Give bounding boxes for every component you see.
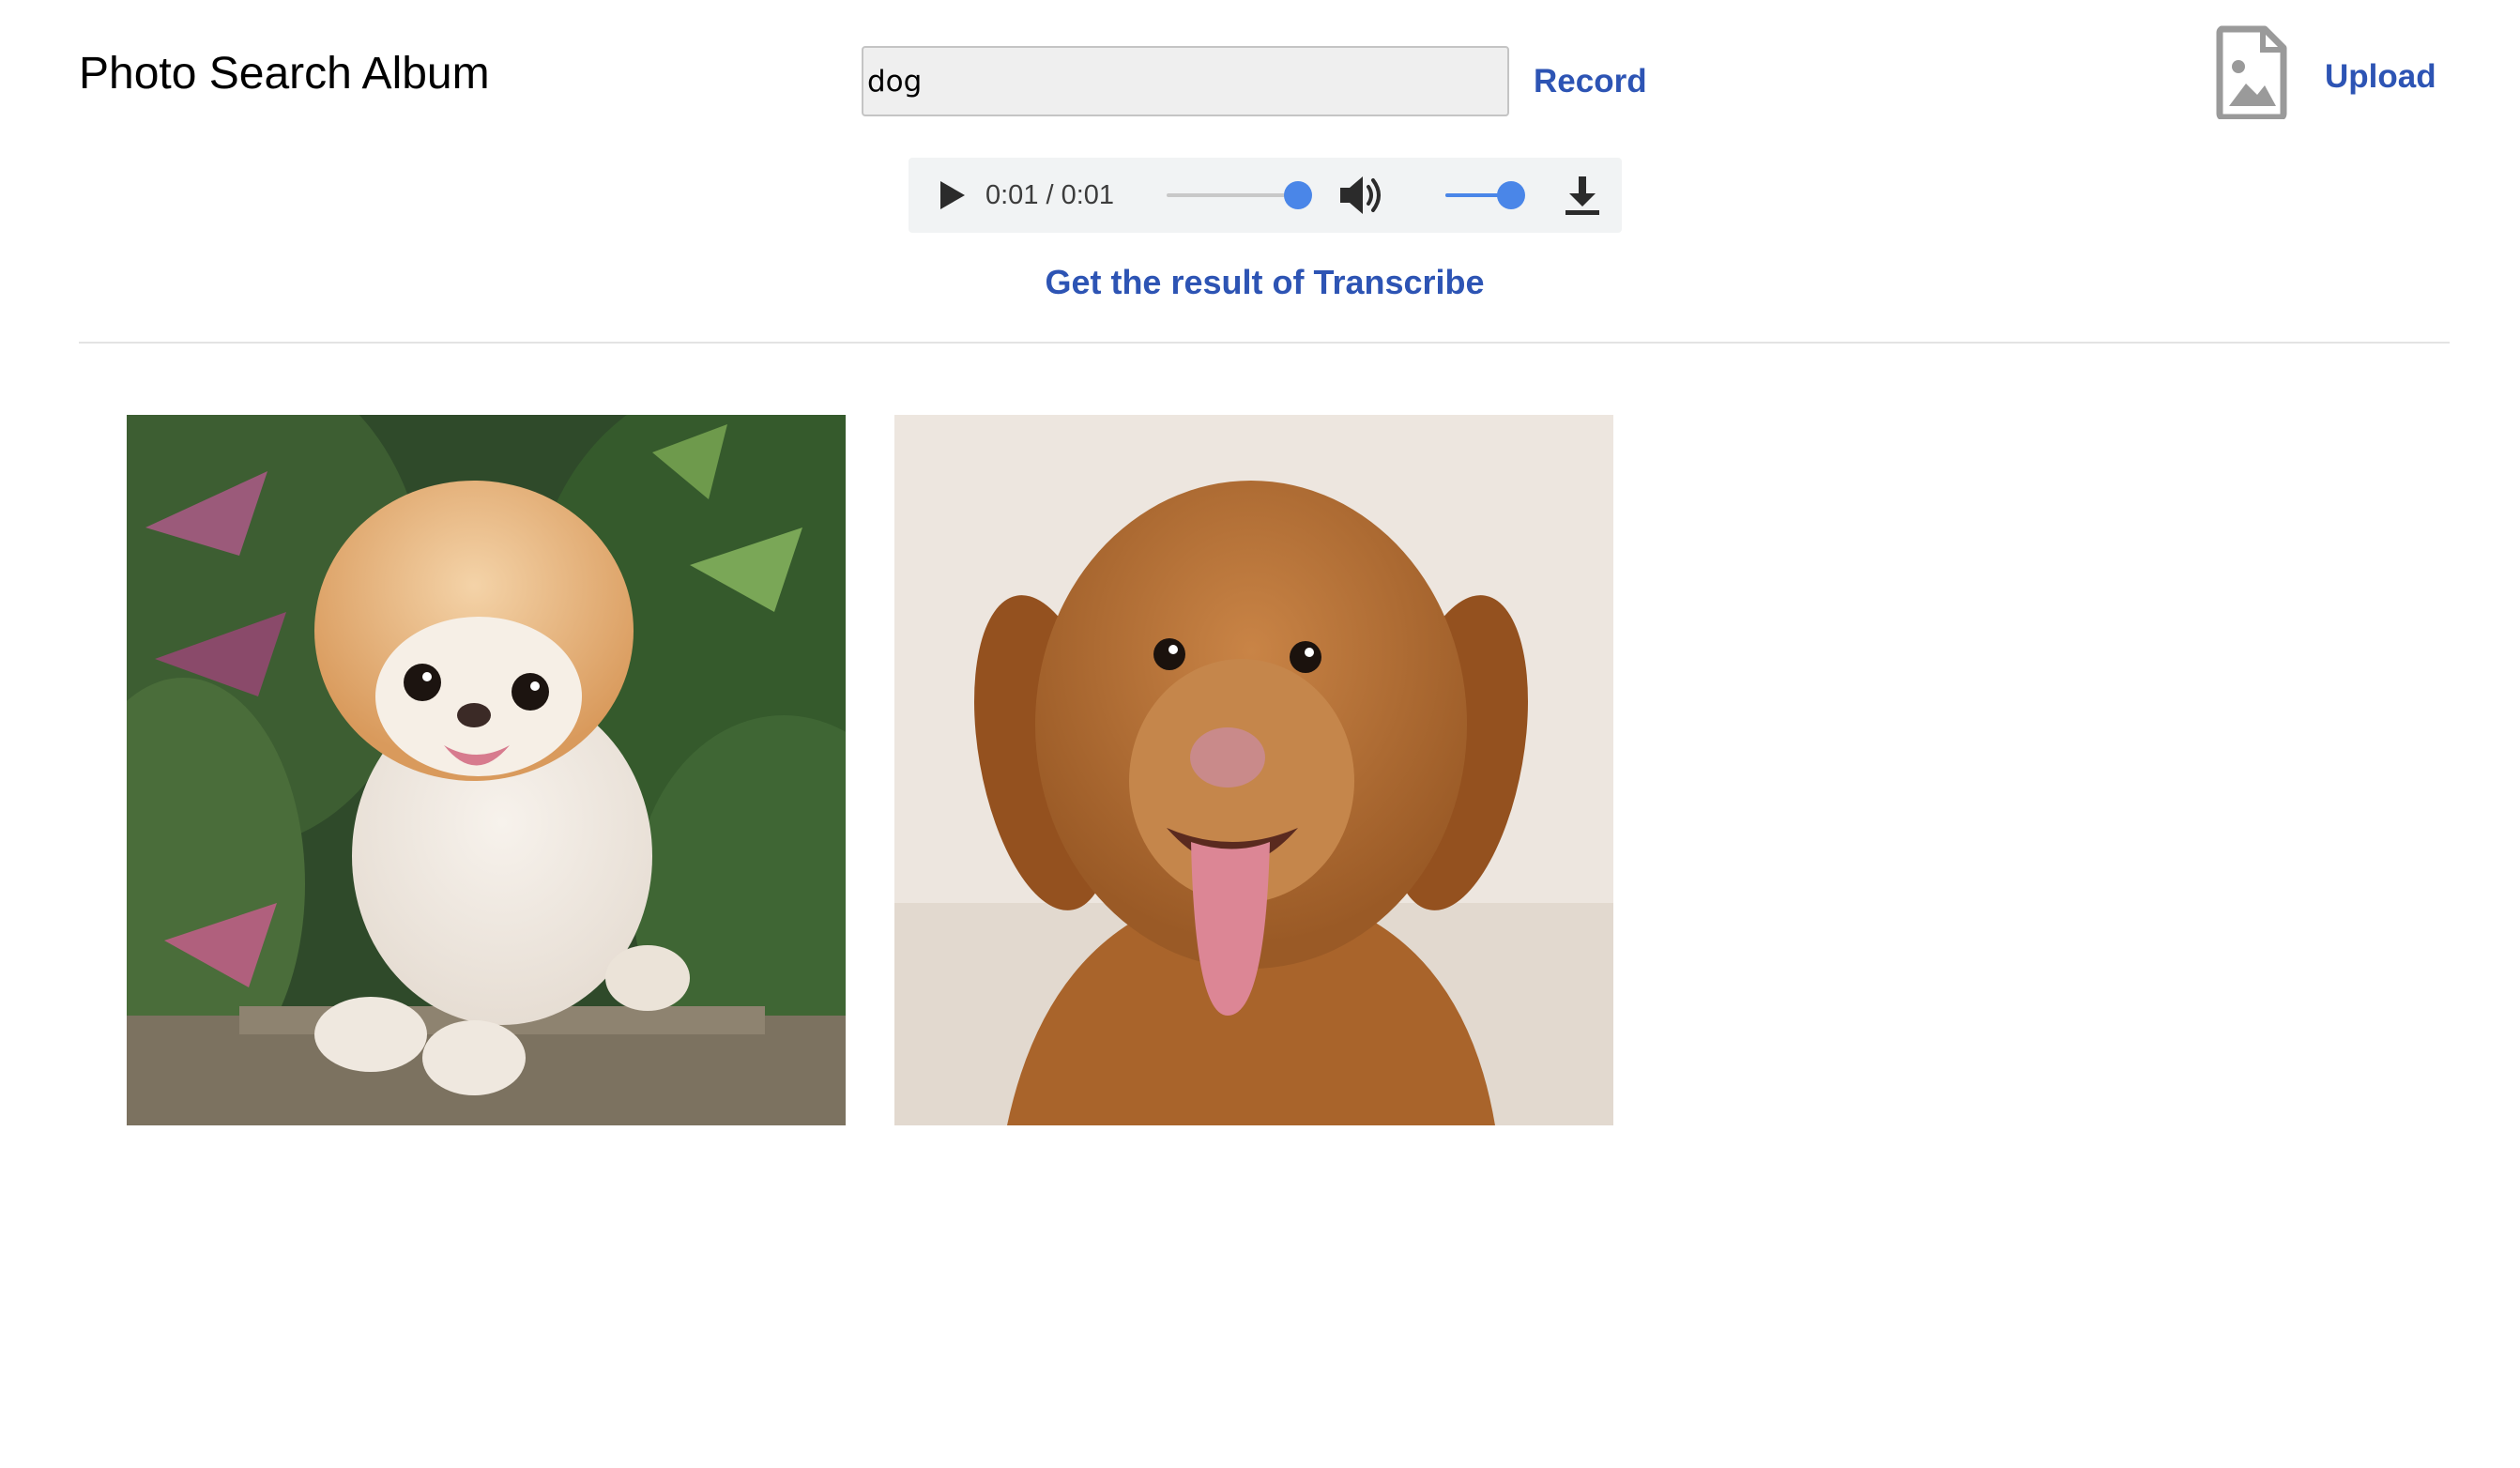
upload-link[interactable]: Upload [2325, 57, 2436, 97]
search-input[interactable] [862, 46, 1509, 116]
header-divider [79, 342, 2450, 344]
retriever-dog-photo[interactable] [894, 415, 1613, 1125]
record-link[interactable]: Record [1534, 62, 1647, 101]
progress-fill [1167, 193, 1298, 197]
audio-player: 0:01 / 0:01 [909, 158, 1622, 233]
download-icon[interactable] [1562, 173, 1603, 218]
volume-slider-thumb[interactable] [1497, 181, 1525, 209]
pomeranian-dog-photo[interactable] [127, 415, 846, 1125]
page-title: Photo Search Album [79, 49, 490, 99]
image-file-icon[interactable] [2216, 25, 2287, 119]
volume-icon[interactable] [1337, 173, 1386, 218]
transcribe-result-link[interactable]: Get the result of Transcribe [0, 263, 2520, 302]
audio-time: 0:01 / 0:01 [985, 180, 1115, 210]
play-icon[interactable] [935, 178, 969, 212]
progress-slider-thumb[interactable] [1284, 181, 1312, 209]
